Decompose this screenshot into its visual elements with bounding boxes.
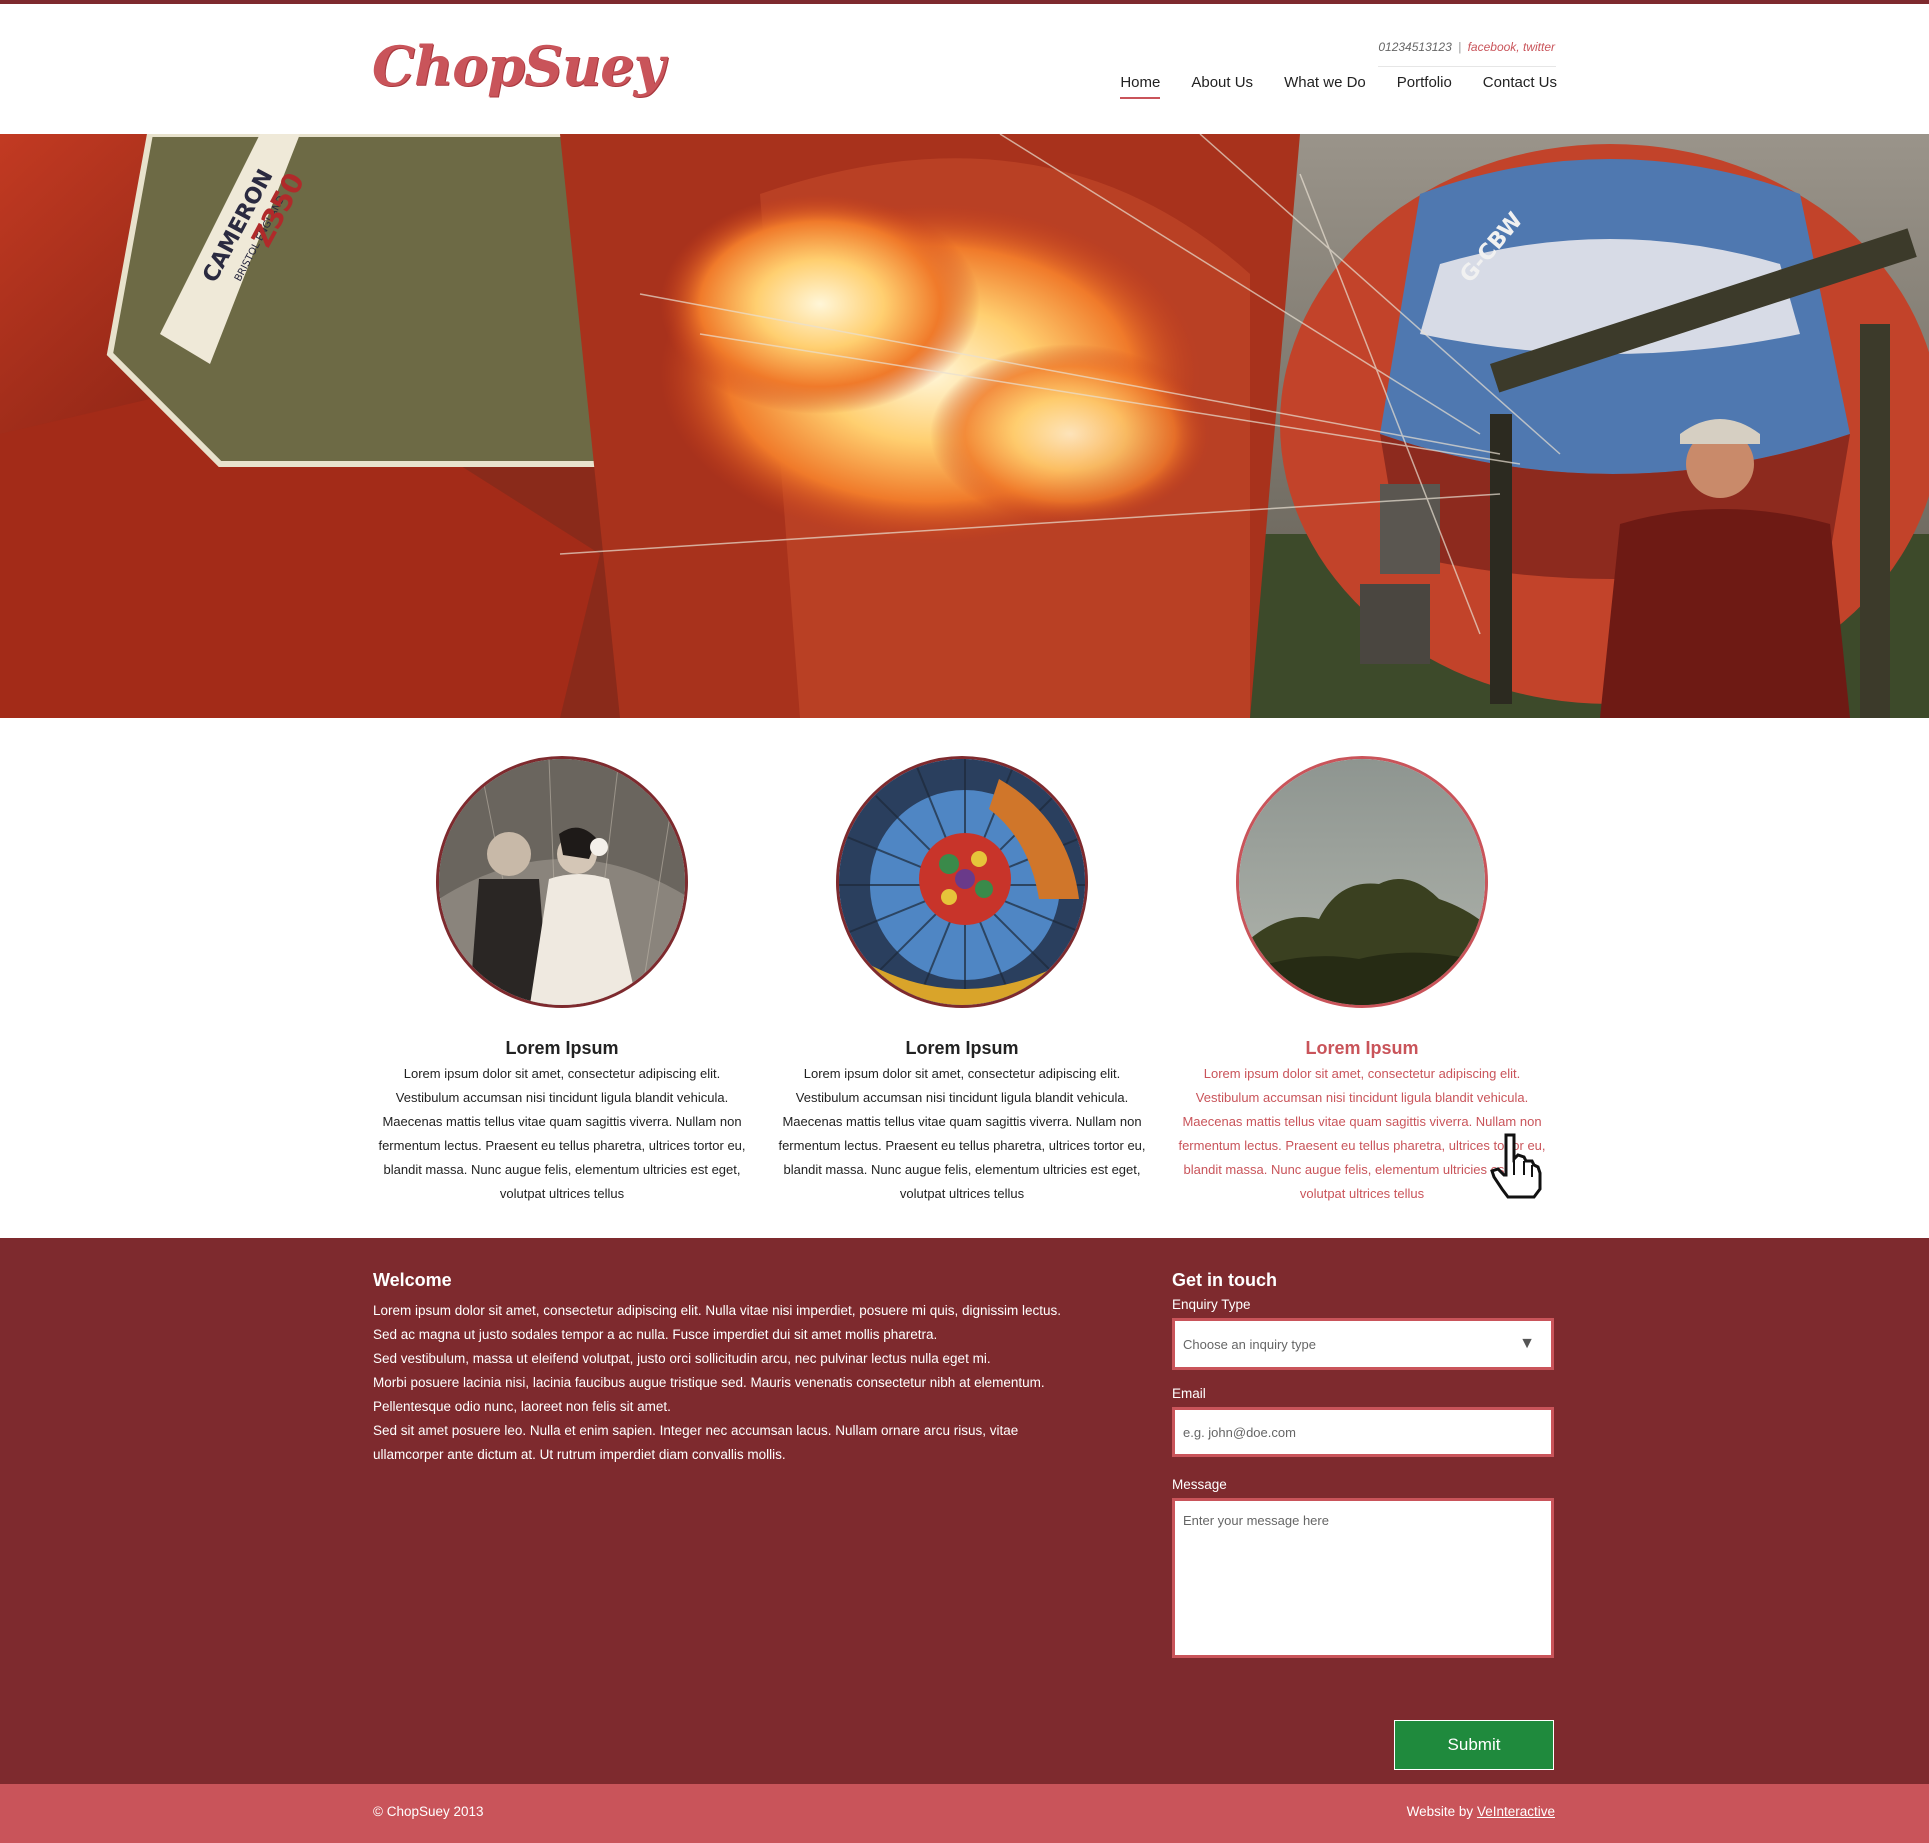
- feature-image-treeline: [1236, 756, 1488, 1008]
- main-nav: Home About Us What we Do Portfolio Conta…: [1089, 74, 1557, 101]
- nav-item-what-we-do[interactable]: What we Do: [1284, 74, 1366, 101]
- enquiry-type-label: Enquiry Type: [1172, 1297, 1251, 1312]
- nav-item-portfolio[interactable]: Portfolio: [1397, 74, 1452, 101]
- credit: Website by VeInteractive: [1407, 1804, 1555, 1819]
- feature-card-2[interactable]: Lorem Ipsum Lorem ipsum dolor sit amet, …: [772, 756, 1152, 1206]
- contact-line: 01234513123 | facebook, twitter: [1378, 40, 1555, 54]
- form-title: Get in touch: [1172, 1270, 1277, 1290]
- welcome-title: Welcome: [373, 1270, 452, 1290]
- facebook-link[interactable]: facebook,: [1468, 40, 1520, 54]
- feature-image-balloon-inside: [836, 756, 1088, 1008]
- feature-title: Lorem Ipsum: [505, 1038, 619, 1058]
- hero-image: CAMERON BRISTOL ENGLAND Z350 G-CBW: [0, 134, 1929, 718]
- welcome-line: Sed vestibulum, massa ut eleifend volutp…: [373, 1351, 991, 1366]
- feature-image-wedding: [436, 756, 688, 1008]
- dropdown-arrow-icon: ▼: [1519, 1335, 1535, 1352]
- nav-item-home[interactable]: Home: [1120, 74, 1161, 101]
- feature-title: Lorem Ipsum: [1305, 1038, 1419, 1058]
- feature-text: Lorem ipsum dolor sit amet, consectetur …: [378, 1066, 746, 1201]
- logo[interactable]: ChopSuey: [372, 34, 665, 98]
- features-section: Lorem Ipsum Lorem ipsum dolor sit amet, …: [372, 756, 1558, 1236]
- header-divider: [1378, 66, 1556, 67]
- nav-item-about-us[interactable]: About Us: [1191, 74, 1253, 101]
- welcome-line: ullamcorper ante dictum at. Ut rutrum im…: [373, 1447, 786, 1462]
- copyright: © ChopSuey 2013: [373, 1804, 484, 1819]
- welcome-line: Morbi posuere lacinia nisi, lacinia fauc…: [373, 1375, 1045, 1390]
- hero-banner: CAMERON BRISTOL ENGLAND Z350 G-CBW: [0, 134, 1929, 718]
- site-header: ChopSuey 01234513123 | facebook, twitter…: [0, 4, 1929, 134]
- welcome-contact-section: Welcome Lorem ipsum dolor sit amet, cons…: [0, 1238, 1929, 1784]
- welcome-block: Welcome Lorem ipsum dolor sit amet, cons…: [373, 1270, 1153, 1467]
- phone-number: 01234513123: [1378, 40, 1452, 54]
- credit-prefix: Website by: [1406, 1804, 1474, 1819]
- message-label: Message: [1172, 1477, 1227, 1492]
- message-placeholder: Enter your message here: [1183, 1513, 1329, 1528]
- submit-button[interactable]: Submit: [1394, 1720, 1554, 1770]
- twitter-link[interactable]: twitter: [1523, 40, 1555, 54]
- credit-link[interactable]: VeInteractive: [1477, 1804, 1555, 1819]
- nav-item-contact-us[interactable]: Contact Us: [1483, 74, 1557, 101]
- email-field[interactable]: e.g. john@doe.com: [1172, 1407, 1554, 1457]
- welcome-line: Lorem ipsum dolor sit amet, consectetur …: [373, 1303, 1062, 1318]
- feature-title: Lorem Ipsum: [905, 1038, 1019, 1058]
- hand-pointer-cursor-icon: [1490, 1133, 1542, 1199]
- feature-card-1[interactable]: Lorem Ipsum Lorem ipsum dolor sit amet, …: [372, 756, 752, 1206]
- site-footer: © ChopSuey 2013 Website by VeInteractive: [0, 1784, 1929, 1843]
- separator: |: [1458, 40, 1462, 54]
- welcome-line: Sed sit amet posuere leo. Nulla et enim …: [373, 1423, 1019, 1438]
- welcome-line: Pellentesque odio nunc, laoreet non feli…: [373, 1399, 671, 1414]
- enquiry-type-value: Choose an inquiry type: [1183, 1336, 1316, 1352]
- email-placeholder: e.g. john@doe.com: [1183, 1424, 1296, 1440]
- contact-form: Get in touch Enquiry Type Choose an inqu…: [1172, 1270, 1554, 1770]
- feature-text: Lorem ipsum dolor sit amet, consectetur …: [778, 1066, 1146, 1201]
- enquiry-type-select[interactable]: Choose an inquiry type ▼: [1172, 1318, 1554, 1370]
- email-label: Email: [1172, 1386, 1206, 1401]
- welcome-line: Sed ac magna ut justo sodales tempor a a…: [373, 1327, 938, 1342]
- message-textarea[interactable]: Enter your message here: [1172, 1498, 1554, 1658]
